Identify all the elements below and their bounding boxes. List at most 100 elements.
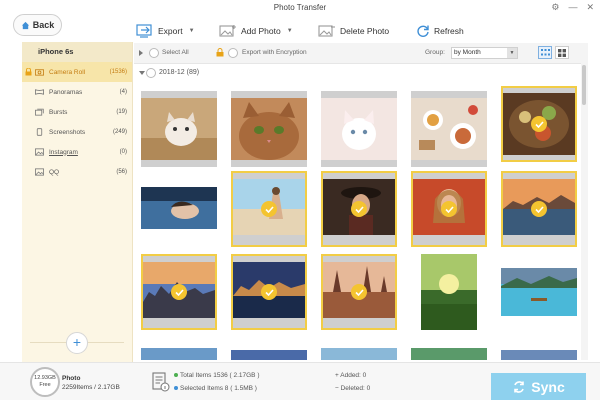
export-encryption-checkbox[interactable]: [228, 48, 238, 58]
sync-button[interactable]: Sync: [491, 373, 586, 400]
sidebar-item-label: QQ: [49, 168, 60, 176]
collapse-arrow-icon[interactable]: [139, 71, 145, 75]
photo-partial: [141, 348, 217, 360]
selected-items-stat: Selected Items 8 ( 1.5MB ): [174, 385, 257, 392]
vertical-scrollbar[interactable]: [581, 43, 588, 360]
close-icon[interactable]: ✕: [586, 1, 594, 13]
storage-free-value: 12.93GB: [34, 375, 56, 381]
add-photo-button[interactable]: Add Photo ▼: [219, 18, 293, 44]
add-photo-label: Add Photo: [241, 26, 281, 36]
add-album-button[interactable]: +: [66, 332, 88, 354]
delete-photo-button[interactable]: Delete Photo: [318, 18, 389, 44]
photo-partial: [321, 348, 397, 360]
photo-thumbnail[interactable]: [411, 344, 487, 360]
refresh-button[interactable]: Refresh: [416, 18, 464, 44]
delete-photo-icon: [318, 25, 335, 37]
chevron-down-icon: ▼: [286, 28, 293, 34]
group-title: 2018-12: [159, 69, 185, 76]
photo-thumbnail[interactable]: [141, 91, 217, 167]
phone-icon: [36, 128, 43, 136]
photo-thumbnail[interactable]: [231, 91, 307, 167]
photo-thumbnail[interactable]: [321, 91, 397, 167]
checkmark-icon: [531, 116, 547, 132]
minimize-icon[interactable]: —: [568, 1, 577, 13]
photo-thumbnail-selected[interactable]: [141, 254, 217, 330]
sidebar-item-camera-roll[interactable]: Camera Roll (1536): [22, 62, 132, 82]
refresh-label: Refresh: [434, 26, 464, 36]
sidebar-item-count: (249): [112, 129, 127, 135]
group-select[interactable]: by Month ▼: [451, 47, 518, 59]
sidebar-item-bursts[interactable]: Bursts (19): [22, 102, 132, 122]
export-icon: [136, 24, 152, 38]
photo-thumbnail[interactable]: [411, 254, 487, 330]
photo-album-icon: [35, 148, 44, 156]
sidebar-item-count: (56): [116, 169, 127, 175]
photo-thumbnail[interactable]: [321, 344, 397, 360]
checkmark-icon: [441, 201, 457, 217]
photo-album-icon: [35, 168, 44, 176]
scrollbar-thumb[interactable]: [582, 65, 586, 105]
deleted-text: Deleted: 0: [340, 385, 371, 392]
settings-gear-icon[interactable]: ⚙: [551, 1, 559, 13]
photo-thumbnail[interactable]: [501, 344, 577, 360]
photo-thumbnail[interactable]: [141, 344, 217, 360]
grid-view-icon: [540, 49, 550, 56]
sidebar-item-instagram[interactable]: Instagram (0): [22, 142, 132, 162]
category-info: Photo 2259Items / 2.17GB: [62, 374, 120, 392]
sidebar-item-screenshots[interactable]: Screenshots (249): [22, 122, 132, 142]
photo-green-field: [421, 254, 477, 330]
green-dot-icon: [174, 373, 178, 378]
photo-thumbnail[interactable]: [501, 254, 577, 330]
photo-thumbnail-selected[interactable]: [501, 171, 577, 247]
photo-partial: [501, 350, 577, 360]
large-view-button[interactable]: [555, 46, 569, 59]
export-encryption-label: Export with Encryption: [242, 49, 307, 56]
photo-thumbnail-selected[interactable]: [321, 171, 397, 247]
refresh-icon: [417, 25, 429, 37]
sync-label: Sync: [531, 378, 565, 395]
deleted-stat: − Deleted: 0: [335, 385, 370, 392]
checkmark-icon: [531, 201, 547, 217]
photo-thumbnail[interactable]: [141, 171, 217, 247]
sidebar-item-label: Bursts: [49, 108, 68, 116]
expand-arrow-icon[interactable]: [139, 50, 143, 56]
selected-items-text: Selected Items 8 ( 1.5MB ): [180, 385, 257, 392]
sidebar-item-label: Panoramas: [49, 88, 83, 96]
plus-icon: +: [72, 334, 82, 350]
lock-icon: [216, 48, 224, 57]
group-select-checkbox[interactable]: [146, 68, 156, 78]
checkmark-icon: [171, 284, 187, 300]
added-text: Added: 0: [340, 372, 367, 379]
photo-tabby-cat: [231, 98, 307, 160]
total-items-stat: Total Items 1536 ( 2.17GB ): [174, 372, 259, 379]
month-group-header[interactable]: 2018-12 (89): [134, 64, 581, 82]
sidebar-item-panoramas[interactable]: Panoramas (4): [22, 82, 132, 102]
storage-ring: 12.93GB Free: [30, 367, 60, 397]
lock-icon: [25, 68, 32, 76]
photo-tropical-lagoon: [501, 268, 577, 316]
panorama-icon: [35, 89, 44, 95]
sidebar-item-count: (1536): [109, 69, 127, 75]
camera-icon: [35, 69, 44, 76]
photo-thumbnail-selected[interactable]: [501, 86, 577, 162]
grid-view-button[interactable]: [538, 46, 552, 59]
photo-thumbnail-selected[interactable]: [321, 254, 397, 330]
photo-thumbnail-selected[interactable]: [231, 254, 307, 330]
export-button[interactable]: Export ▼: [136, 18, 195, 44]
sidebar-item-qq[interactable]: QQ (56): [22, 162, 132, 182]
group-select-value: by Month: [454, 49, 481, 56]
storage-free-label: Free: [39, 382, 51, 388]
select-all-checkbox[interactable]: [149, 48, 159, 58]
blue-dot-icon: [174, 386, 178, 391]
checkmark-icon: [261, 201, 277, 217]
window-controls: ⚙ — ✕: [551, 1, 594, 13]
chevron-down-icon: ▼: [188, 28, 195, 34]
photo-thumbnail[interactable]: [231, 344, 307, 360]
photo-thumbnail-selected[interactable]: [231, 171, 307, 247]
photo-thumbnail[interactable]: [411, 91, 487, 167]
large-grid-icon: [558, 48, 566, 57]
burst-icon: [35, 108, 44, 116]
photo-thumbnail-selected[interactable]: [411, 171, 487, 247]
checkmark-icon: [261, 284, 277, 300]
chevron-down-icon: ▼: [507, 48, 517, 58]
